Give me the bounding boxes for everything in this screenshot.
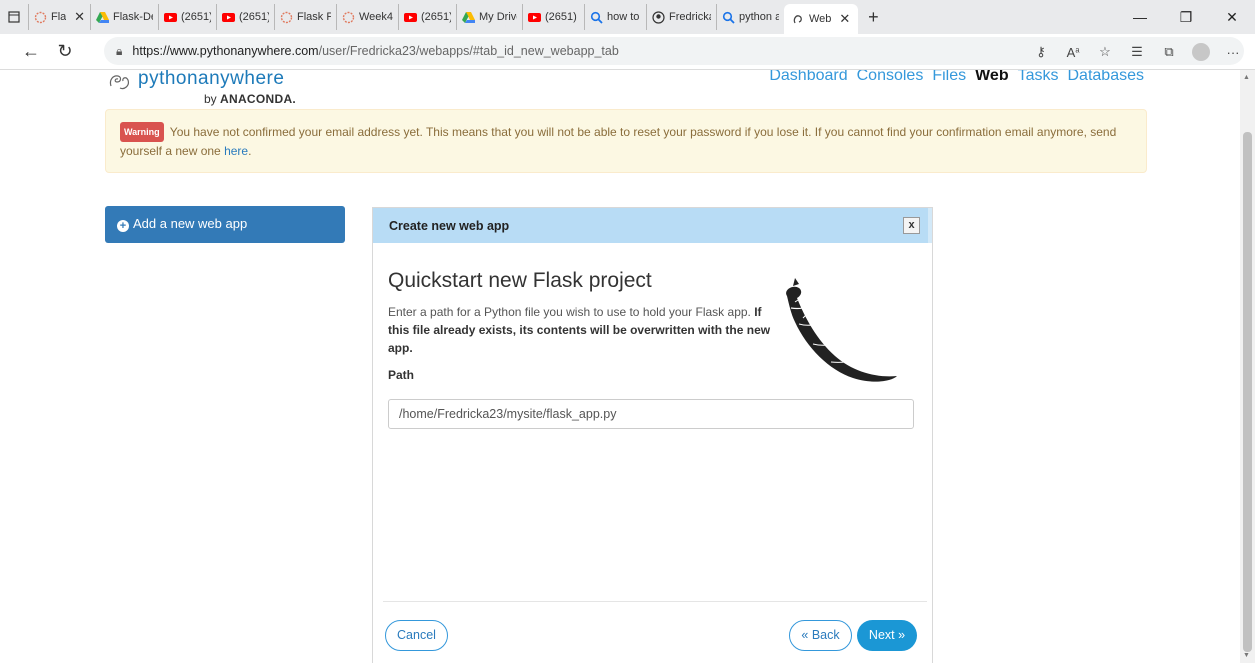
collections-icon[interactable]: ⧉ <box>1153 44 1185 60</box>
tab-label: Fredricka <box>669 11 711 23</box>
browser-tab[interactable]: Flask Par <box>274 4 336 30</box>
nav-web[interactable]: Web <box>975 70 1008 85</box>
top-navigation: Dashboard Consoles Files Web Tasks Databases <box>769 70 1144 85</box>
more-icon[interactable]: ··· <box>1217 45 1249 60</box>
logo-by: by ANACONDA. <box>204 92 297 106</box>
nav-databases[interactable]: Databases <box>1068 70 1145 85</box>
path-input[interactable] <box>388 399 914 429</box>
youtube-icon <box>528 12 541 22</box>
pythonanywhere-icon <box>793 14 802 23</box>
page-scrollbar[interactable]: ▲ ▼ <box>1240 70 1255 663</box>
url-host: https://www.pythonanywhere.com <box>132 44 319 58</box>
browser-tab[interactable]: (2651) 4! <box>398 4 456 30</box>
drive-icon <box>462 11 475 23</box>
nav-files[interactable]: Files <box>932 70 966 85</box>
github-icon <box>652 10 665 24</box>
read-aloud-icon[interactable]: Aᵃ <box>1057 45 1089 60</box>
create-web-app-dialog: Create new web app x Quickstart new Flas… <box>372 207 933 663</box>
tab-label: python a <box>739 11 779 23</box>
search-icon <box>590 11 603 24</box>
dialog-title: Create new web app <box>373 208 932 243</box>
browser-tab[interactable]: (2651) D <box>216 4 274 30</box>
browser-tab[interactable]: (2651) H <box>522 4 584 30</box>
nav-dashboard[interactable]: Dashboard <box>769 70 847 85</box>
ring-icon <box>342 11 355 23</box>
nav-tasks[interactable]: Tasks <box>1018 70 1059 85</box>
lock-icon: 🔒︎ <box>116 43 123 58</box>
tab-web-label: Web <box>809 13 832 25</box>
browser-tab[interactable]: Week4: D <box>336 4 398 30</box>
tab-web-active[interactable]: Web ✕ <box>784 4 859 34</box>
tab-label: My Drive <box>479 11 517 23</box>
window-controls: — ❐ ✕ <box>1117 0 1255 34</box>
nav-consoles[interactable]: Consoles <box>857 70 924 85</box>
snake-logo-icon <box>109 75 129 90</box>
ring-icon <box>280 11 293 23</box>
email-warning-alert: Warning You have not confirmed your emai… <box>105 109 1147 173</box>
page-content: pythonanywhere by ANACONDA. Dashboard Con… <box>0 70 1240 663</box>
minimize-button[interactable]: — <box>1117 0 1163 34</box>
add-web-app-label: Add a new web app <box>133 216 248 231</box>
youtube-icon <box>222 12 235 22</box>
browser-tab[interactable]: how to u <box>584 4 646 30</box>
close-tab-icon[interactable]: ✕ <box>74 9 85 25</box>
back-button[interactable]: ← <box>14 37 48 67</box>
scrollbar-thumb[interactable] <box>1243 132 1252 652</box>
browser-tab[interactable]: Fredricka <box>646 4 716 30</box>
browser-tab[interactable]: (2651) 4! <box>158 4 216 30</box>
path-label: Path <box>388 368 415 382</box>
resend-email-link[interactable]: here <box>224 144 248 158</box>
address-bar-row: ← ↻ 🔒︎ https://www.pythonanywhere.com/us… <box>0 34 1255 70</box>
favorites-icon[interactable]: ☰ <box>1121 44 1153 60</box>
tab-actions-icon <box>8 11 20 23</box>
tab-label: Flask-De <box>113 11 153 23</box>
search-icon <box>722 11 735 24</box>
drive-icon <box>96 11 109 23</box>
refresh-button[interactable]: ↻ <box>48 37 82 67</box>
profile-avatar[interactable] <box>1192 43 1210 61</box>
favorite-add-icon[interactable]: ☆ <box>1089 44 1121 60</box>
logo-text: pythonanywhere <box>138 70 285 89</box>
close-window-button[interactable]: ✕ <box>1209 0 1255 34</box>
warning-badge: Warning <box>120 122 164 142</box>
tab-label: (2651) 4! <box>181 11 211 23</box>
browser-tab-bar: Flas ✕ Flask-De (2651) 4! (2651) D Flask Par W… <box>0 0 1255 34</box>
youtube-icon <box>404 12 417 22</box>
dialog-heading: Quickstart new Flask project <box>388 269 652 292</box>
browser-tab[interactable]: python a <box>716 4 784 30</box>
tab-label: (2651) D <box>239 11 269 23</box>
close-tab-icon[interactable]: ✕ <box>839 11 850 27</box>
dialog-divider <box>383 601 927 602</box>
scroll-down-icon[interactable]: ▼ <box>1243 652 1250 659</box>
browser-tab[interactable]: My Drive <box>456 4 522 30</box>
tab-label: (2651) H <box>545 11 579 23</box>
new-tab-button[interactable]: + <box>858 7 888 28</box>
url-path: /user/Fredricka23/webapps/#tab_id_new_we… <box>318 44 619 58</box>
tab-actions-button[interactable] <box>0 0 28 34</box>
address-bar-icons: ⚷ Aᵃ ☆ ☰ ⧉ ··· <box>1025 34 1249 70</box>
flask-horn-logo <box>786 278 897 382</box>
tab-label: (2651) 4! <box>421 11 451 23</box>
tab-label: Flask Par <box>297 11 331 23</box>
plus-circle-icon: + <box>117 220 129 232</box>
back-step-button[interactable]: « Back <box>789 620 852 651</box>
tab-label: Flas <box>51 11 67 23</box>
tab-label: how to u <box>607 11 641 23</box>
close-dialog-button[interactable]: x <box>903 217 920 234</box>
scroll-up-icon[interactable]: ▲ <box>1243 74 1250 81</box>
restore-button[interactable]: ❐ <box>1163 0 1209 34</box>
dialog-description: Enter a path for a Python file you wish … <box>388 305 771 355</box>
key-icon[interactable]: ⚷ <box>1025 44 1057 60</box>
browser-tab[interactable]: Flas ✕ <box>28 4 90 30</box>
cancel-button[interactable]: Cancel <box>385 620 448 651</box>
browser-tab[interactable]: Flask-De <box>90 4 158 30</box>
add-new-web-app-button[interactable]: + Add a new web app <box>105 206 345 243</box>
tab-label: Week4: D <box>359 11 393 23</box>
ring-icon <box>34 11 47 23</box>
youtube-icon <box>164 12 177 22</box>
alert-text: You have not confirmed your email addres… <box>120 125 1117 158</box>
next-button[interactable]: Next » <box>857 620 917 651</box>
